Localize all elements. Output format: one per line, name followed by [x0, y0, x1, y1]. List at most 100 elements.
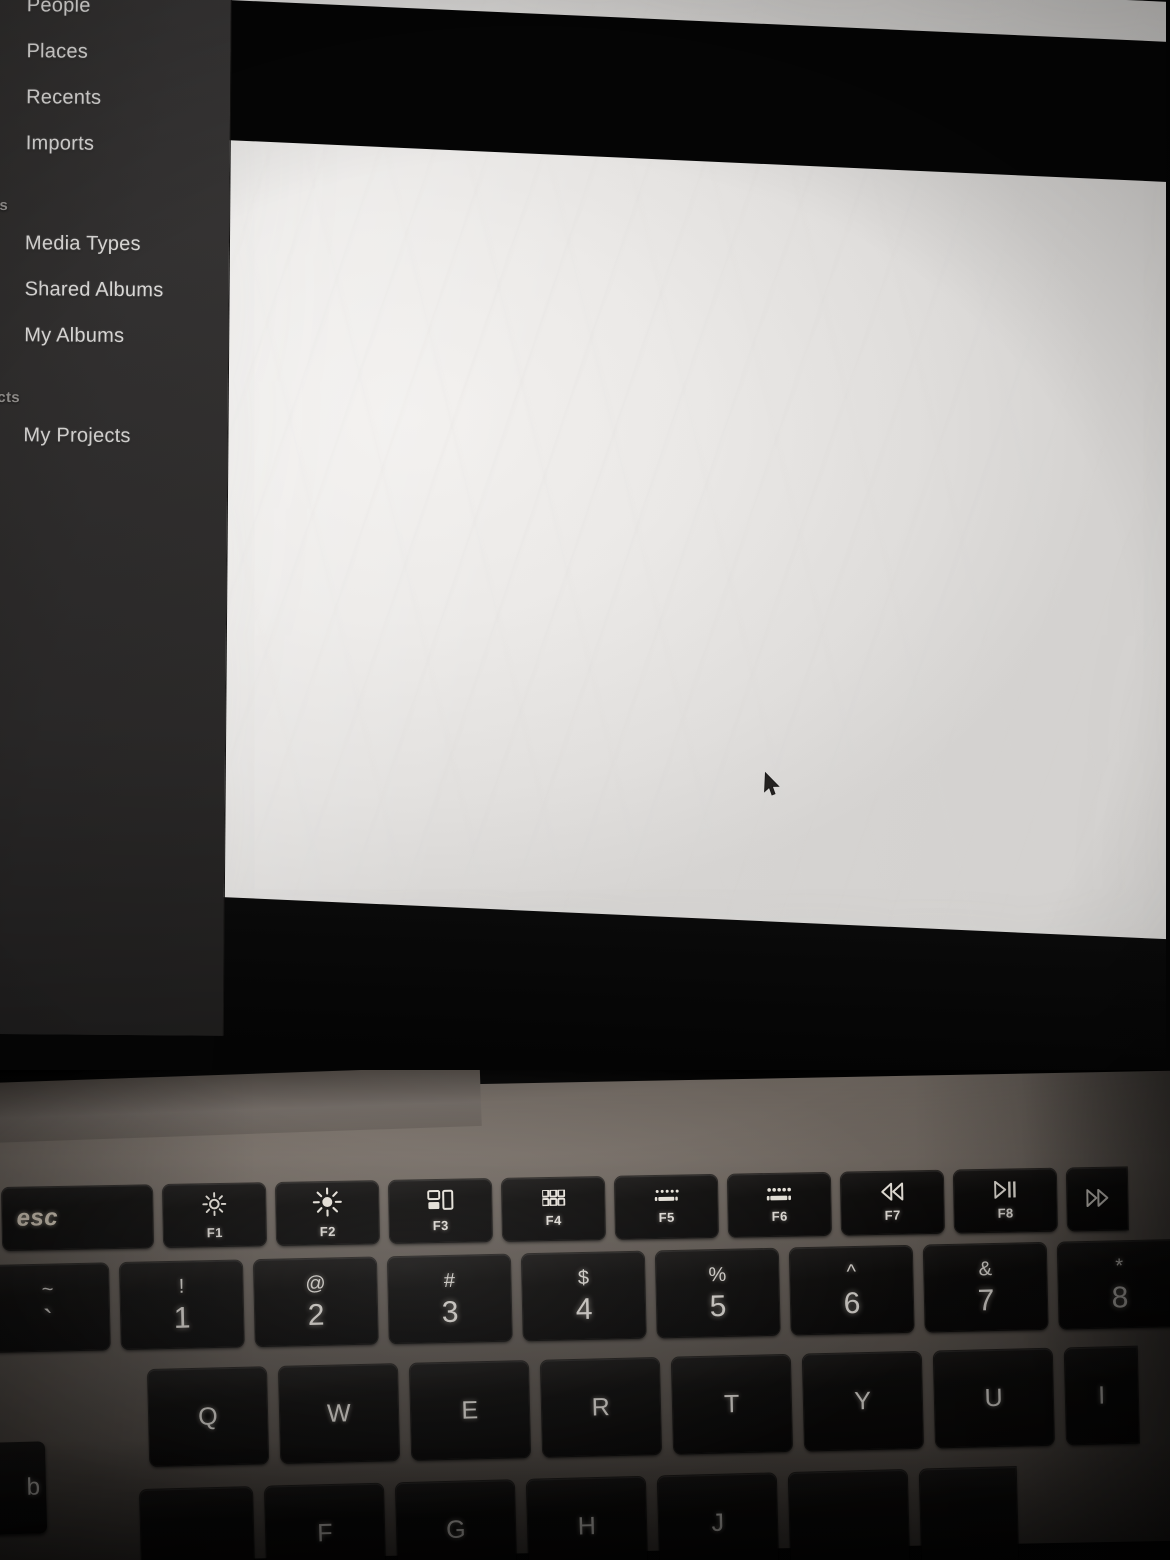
mission-control-icon — [426, 1189, 453, 1210]
sidebar-item-imports[interactable]: Imports — [0, 120, 230, 168]
key-w[interactable]: W — [278, 1364, 400, 1463]
key-label: 2 — [307, 1298, 325, 1332]
key-f6[interactable]: F6 — [727, 1172, 831, 1237]
key-label: J — [711, 1508, 725, 1537]
key-shift-label: $ — [577, 1266, 590, 1289]
key-shift-label: ~ — [41, 1278, 54, 1301]
key-label: R — [591, 1392, 611, 1422]
key-f4[interactable]: F4 — [501, 1176, 606, 1241]
key-label: esc — [16, 1203, 59, 1232]
sidebar-item-label: Media Types — [24, 231, 141, 255]
brightness-up-icon — [312, 1187, 342, 1217]
key-five[interactable]: % 5 — [655, 1248, 780, 1338]
key-eight[interactable]: * 8 — [1057, 1239, 1170, 1329]
fast-forward-icon — [1085, 1188, 1108, 1207]
key-label: I — [1097, 1380, 1106, 1410]
key-shift-label: & — [978, 1257, 993, 1280]
key-r[interactable]: R — [540, 1357, 662, 1457]
key-f1[interactable]: F1 — [162, 1183, 267, 1248]
sidebar-item-label: Places — [26, 39, 89, 63]
key-label: 4 — [575, 1292, 593, 1326]
brightness-down-icon — [202, 1192, 227, 1217]
key-tilde[interactable]: ~ ` — [0, 1263, 110, 1352]
key-label: F — [316, 1518, 334, 1547]
mouse-cursor — [763, 771, 782, 799]
key-label: 8 — [1111, 1280, 1129, 1314]
key-y[interactable]: Y — [802, 1351, 924, 1451]
key-d[interactable] — [140, 1487, 255, 1560]
photos-sidebar[interactable]: People Places Recents Imports ums Media … — [0, 0, 232, 1036]
key-f8[interactable]: F8 — [953, 1168, 1057, 1233]
rewind-icon — [880, 1182, 903, 1201]
key-f[interactable]: F — [264, 1483, 386, 1560]
key-two[interactable]: @2 — [253, 1257, 378, 1347]
key-shift-label: # — [443, 1269, 456, 1292]
key-fn-label: F4 — [545, 1212, 562, 1229]
key-fn-label: F1 — [206, 1224, 223, 1241]
key-fn-label: F8 — [997, 1205, 1014, 1221]
play-pause-icon — [993, 1180, 1016, 1199]
keyboard-light-up-icon — [766, 1187, 792, 1200]
key-fn-label: F6 — [771, 1208, 788, 1224]
key-label: W — [326, 1398, 352, 1428]
sidebar-item-label: Recents — [26, 85, 102, 109]
sidebar-item-label: People — [26, 0, 91, 17]
key-shift-label: ! — [178, 1275, 185, 1298]
key-one[interactable]: ! 1 — [119, 1260, 244, 1350]
key-t[interactable]: T — [671, 1354, 793, 1454]
key-three[interactable]: #3 — [387, 1254, 512, 1344]
key-f3[interactable]: F3 — [388, 1179, 493, 1243]
sidebar-item-people[interactable]: People — [0, 0, 231, 30]
key-label: Q — [197, 1401, 219, 1431]
laptop-body: escF1F2 F3F4 F5 F6 F7 F8 ~`!1@2#3 — [0, 1070, 1170, 1560]
sidebar-item-media-types[interactable]: Media Types — [0, 220, 229, 268]
sidebar-item-recents[interactable]: Recents — [0, 74, 230, 122]
key-esc[interactable]: esc — [2, 1185, 154, 1250]
folder-icon — [0, 425, 13, 444]
key-f2[interactable]: F2 — [275, 1181, 380, 1245]
key-i[interactable]: I — [1064, 1346, 1139, 1445]
key-tab-partial[interactable]: b — [0, 1441, 48, 1535]
key-j[interactable]: J — [657, 1473, 779, 1560]
key-label: 1 — [173, 1301, 191, 1335]
key-shift-label: @ — [305, 1272, 326, 1295]
sidebar-item-my-albums[interactable]: My Albums — [0, 312, 228, 360]
key-label: Y — [853, 1386, 872, 1415]
key-label: 6 — [843, 1286, 861, 1320]
sidebar-item-shared-albums[interactable]: Shared Albums — [0, 266, 229, 314]
key-f5[interactable]: F5 — [614, 1174, 719, 1239]
sidebar-item-label: Shared Albums — [24, 277, 164, 301]
key-four[interactable]: $4 — [521, 1251, 646, 1341]
key-fn-label: F3 — [432, 1217, 449, 1234]
key-shift-label: ^ — [846, 1260, 857, 1283]
sidebar-item-places[interactable]: Places — [0, 28, 231, 76]
arrow-pointer-icon — [764, 771, 780, 796]
key-q[interactable]: Q — [148, 1367, 269, 1466]
key-shift-label: % — [708, 1263, 727, 1286]
key-f7[interactable]: F7 — [840, 1170, 944, 1235]
key-l[interactable] — [919, 1467, 1019, 1560]
sidebar-header-projects: ojects — [0, 388, 20, 407]
key-fn-label: F2 — [319, 1223, 336, 1240]
recents-icon — [0, 84, 15, 110]
key-six[interactable]: ^ 6 — [789, 1245, 914, 1335]
laptop-screen: People Places Recents Imports ums Media … — [0, 0, 1170, 1075]
keyboard-light-down-icon — [654, 1189, 679, 1202]
key-g[interactable]: G — [395, 1480, 517, 1560]
sidebar-item-my-projects[interactable]: My Projects — [0, 412, 228, 460]
key-label: H — [577, 1511, 597, 1541]
key-f9[interactable] — [1066, 1167, 1128, 1231]
screen-bezel-right — [1166, 0, 1170, 1075]
key-label: b — [26, 1473, 41, 1501]
key-h[interactable]: H — [526, 1476, 648, 1560]
key-u[interactable]: U — [933, 1348, 1055, 1448]
sidebar-item-label: Imports — [25, 131, 95, 155]
key-e[interactable]: E — [409, 1361, 531, 1460]
imports-icon — [0, 130, 15, 156]
key-label: U — [984, 1383, 1004, 1412]
key-seven[interactable]: & 7 — [923, 1242, 1048, 1332]
key-label: E — [461, 1395, 479, 1425]
key-k[interactable] — [788, 1469, 910, 1560]
launchpad-icon — [541, 1189, 565, 1207]
sidebar-header-albums: ums — [0, 196, 9, 215]
